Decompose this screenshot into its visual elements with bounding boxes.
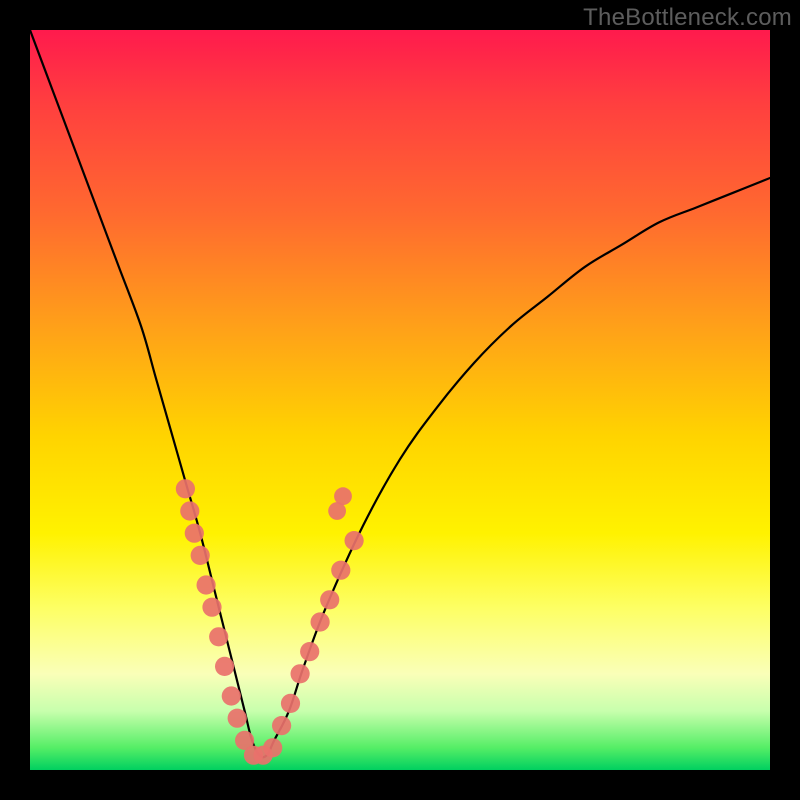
curve-marker [291,664,310,683]
curve-marker [215,657,234,676]
curve-marker [235,731,254,750]
curve-marker [222,686,241,705]
curve-marker [191,546,210,565]
curve-marker [281,694,300,713]
curve-marker [334,487,352,505]
curve-marker [197,575,216,594]
curve-marker [180,501,199,520]
curve-marker [176,479,195,498]
curve-markers [176,479,364,765]
plot-area [30,30,770,770]
curve-marker [209,627,228,646]
curve-marker [272,716,291,735]
curve-svg [30,30,770,770]
curve-marker [331,561,350,580]
curve-marker [254,746,273,765]
curve-marker [311,612,330,631]
watermark-text: TheBottleneck.com [583,4,792,32]
curve-marker [185,524,204,543]
curve-marker [300,642,319,661]
curve-marker [228,709,247,728]
chart-stage: TheBottleneck.com [0,0,800,800]
bottleneck-curve [30,30,770,757]
curve-marker [320,590,339,609]
curve-marker [263,738,282,757]
curve-marker [202,598,221,617]
curve-marker [328,502,346,520]
curve-marker [244,746,263,765]
curve-marker [345,531,364,550]
